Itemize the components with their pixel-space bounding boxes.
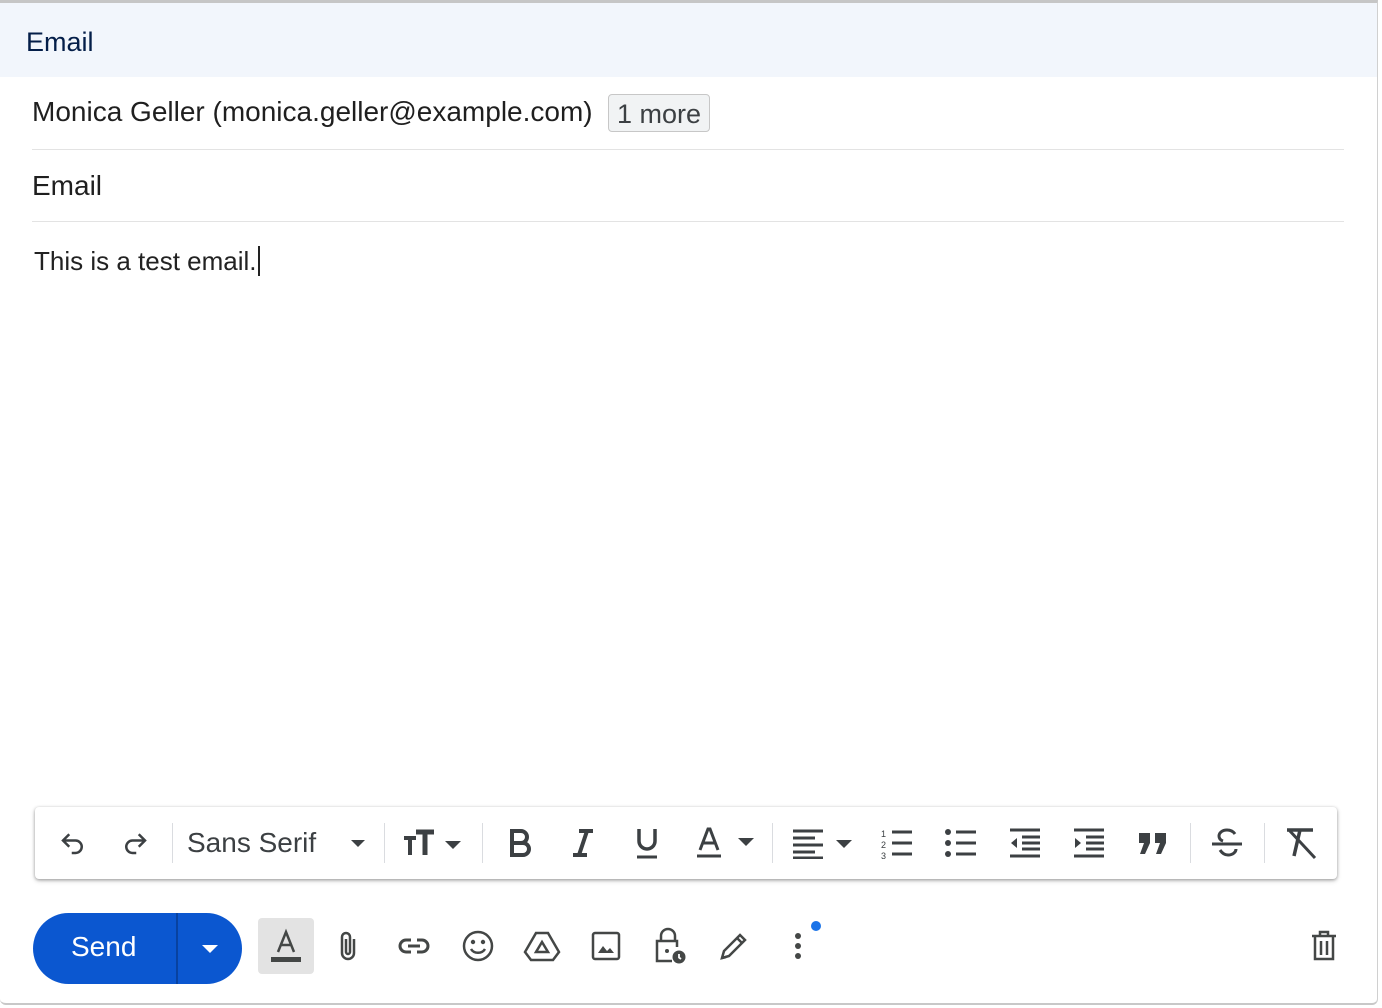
svg-text:3: 3 [881,851,886,859]
undo-icon[interactable] [53,821,93,865]
numbered-list-icon[interactable]: 123 [877,821,917,865]
font-dropdown[interactable]: Sans Serif [187,821,371,865]
font-dropdown-arrow-icon [351,840,365,847]
svg-text:1: 1 [881,829,886,839]
toolbar-separator [1190,823,1191,863]
toolbar-separator [482,823,483,863]
italic-icon[interactable] [563,821,603,865]
subject-text: Email [32,170,103,201]
compose-header[interactable]: Email [0,3,1377,77]
toolbar-separator [772,823,773,863]
send-label: Send [71,931,137,962]
underline-icon[interactable] [627,821,667,865]
bold-icon[interactable] [500,821,540,865]
font-name-label: Sans Serif [187,827,317,858]
align-icon[interactable] [789,821,855,865]
compose-title: Email [26,27,94,57]
message-body[interactable]: This is a test email. [34,246,260,277]
formatting-options-icon[interactable] [258,918,314,974]
send-button[interactable]: Send [33,913,242,984]
remove-formatting-icon[interactable] [1281,821,1321,865]
recipients-field[interactable]: Monica Geller (monica.geller@example.com… [32,80,1344,150]
confidential-mode-icon[interactable] [642,918,698,974]
svg-text:2: 2 [881,840,886,850]
chevron-down-icon [202,944,218,953]
quote-icon[interactable] [1133,821,1173,865]
photo-icon[interactable] [578,918,634,974]
drive-icon[interactable] [514,918,570,974]
formatting-toolbar: Sans Serif 123 [35,807,1337,879]
toolbar-separator [1264,823,1265,863]
bulleted-list-icon[interactable] [941,821,981,865]
indent-more-icon[interactable] [1069,821,1109,865]
redo-icon[interactable] [115,821,155,865]
more-recipients-chip[interactable]: 1 more [608,94,711,132]
strikethrough-icon[interactable] [1207,821,1247,865]
discard-icon[interactable] [1296,918,1352,974]
notification-dot [811,921,821,931]
attach-icon[interactable] [320,918,376,974]
indent-less-icon[interactable] [1005,821,1045,865]
text-cursor [257,246,260,276]
recipient-name[interactable]: Monica Geller (monica.geller@example.com… [32,96,593,128]
message-body-text: This is a test email. [34,246,257,276]
link-icon[interactable] [386,918,442,974]
subject-field[interactable]: Email [32,150,1344,222]
emoji-icon[interactable] [450,918,506,974]
toolbar-separator [384,823,385,863]
text-color-icon[interactable] [691,821,761,865]
text-size-icon[interactable] [397,821,469,865]
signature-icon[interactable] [706,918,762,974]
send-options-button[interactable] [178,913,242,984]
toolbar-separator [172,823,173,863]
